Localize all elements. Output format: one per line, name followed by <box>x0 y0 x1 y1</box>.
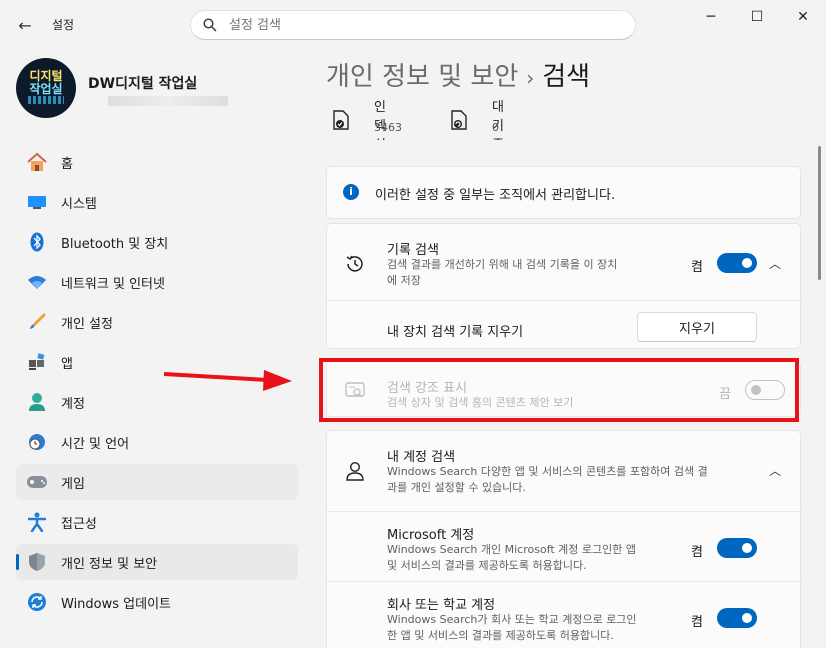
title-bar: ← 설정 ─ ☐ ✕ <box>0 0 826 48</box>
app-title: 설정 <box>52 18 75 32</box>
close-button[interactable]: ✕ <box>786 6 820 28</box>
maximize-button[interactable]: ☐ <box>740 6 774 28</box>
avatar-text-line2: 작업실 <box>29 82 63 96</box>
red-arrow-annotation <box>164 370 292 391</box>
sidebar-item-time-language[interactable]: 시간 및 언어 <box>16 424 298 460</box>
sidebar-item-label: 네트워크 및 인터넷 <box>61 276 165 292</box>
divider <box>327 581 802 582</box>
sidebar-item-label: 게임 <box>61 476 85 492</box>
managed-info-bar: i 이러한 설정 중 일부는 조직에서 관리합니다. <box>326 166 801 219</box>
history-toggle[interactable] <box>717 253 757 273</box>
work-account-desc: Windows Search가 회사 또는 학교 계정으로 로그인한 앱 및 서… <box>387 612 637 644</box>
user-profile: 디지털 작업실 DW디지털 작업실 <box>16 58 306 118</box>
time-language-icon <box>26 431 48 453</box>
shield-icon <box>26 551 48 573</box>
sidebar-item-privacy-security[interactable]: 개인 정보 및 보안 <box>16 544 298 580</box>
apps-icon <box>26 351 48 373</box>
sidebar-item-bluetooth[interactable]: Bluetooth 및 장치 <box>16 224 298 260</box>
chevron-up-icon[interactable]: ︿ <box>767 255 783 271</box>
bluetooth-icon <box>26 231 48 253</box>
search-box[interactable] <box>190 10 636 40</box>
history-desc-line2: 에 저장 <box>387 274 421 287</box>
highlight-box <box>319 358 799 422</box>
update-icon <box>26 591 48 613</box>
account-search-desc-line1: Windows Search 다양한 앱 및 서비스의 콘텐츠를 포함하여 검색… <box>387 465 708 478</box>
sidebar-item-label: Bluetooth 및 장치 <box>61 236 169 252</box>
sidebar-item-label: 개인 설정 <box>61 316 113 332</box>
history-desc-line1: 검색 결과를 개선하기 위해 내 검색 기록을 이 장치 <box>387 258 618 271</box>
indexing-stats: 인덱싱됨 3463 대기 중 0 <box>332 100 752 140</box>
account-search-title: 내 계정 검색 <box>387 450 456 465</box>
sidebar-item-network[interactable]: 네트워크 및 인터넷 <box>16 264 298 300</box>
work-account-state: 켬 <box>691 615 703 630</box>
sidebar-item-label: 계정 <box>61 396 85 412</box>
profile-name: DW디지털 작업실 <box>88 76 198 92</box>
wifi-icon <box>26 271 48 293</box>
breadcrumb-separator: › <box>526 66 535 90</box>
back-arrow-icon[interactable]: ← <box>12 12 38 38</box>
work-account-desc-line1: Windows Search가 회사 또는 학교 계정으로 로그인 <box>387 613 637 626</box>
account-search-desc-line2: 과를 개인 설정할 수 있습니다. <box>387 481 526 494</box>
home-icon <box>26 151 48 173</box>
managed-info-text: 이러한 설정 중 일부는 조직에서 관리합니다. <box>375 188 616 203</box>
pending-value: 0 <box>492 121 499 134</box>
sidebar-item-gaming[interactable]: 게임 <box>16 464 298 500</box>
clear-history-button[interactable]: 지우기 <box>637 312 757 342</box>
search-icon <box>203 18 217 32</box>
work-account-desc-line2: 한 앱 및 서비스의 결과를 제공하도록 허용합니다. <box>387 629 614 642</box>
breadcrumb-current: 검색 <box>542 62 591 92</box>
work-account-title: 회사 또는 학교 계정 <box>387 598 496 613</box>
history-desc: 검색 결과를 개선하기 위해 내 검색 기록을 이 장치에 저장 <box>387 257 617 289</box>
sidebar-item-system[interactable]: 시스템 <box>16 184 298 220</box>
microsoft-account-toggle[interactable] <box>717 538 757 558</box>
pending-document-icon <box>451 110 467 130</box>
sidebar-item-personalization[interactable]: 개인 설정 <box>16 304 298 340</box>
sidebar-item-label: 앱 <box>61 356 73 372</box>
microsoft-account-desc-line1: Windows Search 개인 Microsoft 계정 로그인한 앱 <box>387 543 637 556</box>
sidebar-item-label: 접근성 <box>61 516 97 532</box>
gamepad-icon <box>26 471 48 493</box>
system-icon <box>26 191 48 213</box>
minimize-button[interactable]: ─ <box>694 6 728 28</box>
work-account-toggle[interactable] <box>717 608 757 628</box>
profile-email-blurred <box>108 96 228 106</box>
sidebar-item-accessibility[interactable]: 접근성 <box>16 504 298 540</box>
search-history-card: 기록 검색 검색 결과를 개선하기 위해 내 검색 기록을 이 장치에 저장 켬… <box>326 223 802 349</box>
avatar-decoration <box>28 96 64 104</box>
search-input[interactable] <box>229 15 609 35</box>
sidebar-item-windows-update[interactable]: Windows 업데이트 <box>16 584 298 620</box>
microsoft-account-desc: Windows Search 개인 Microsoft 계정 로그인한 앱및 서… <box>387 542 636 574</box>
divider <box>327 511 802 512</box>
indexed-value: 3463 <box>374 121 402 134</box>
info-icon: i <box>343 184 359 200</box>
account-search-desc: Windows Search 다양한 앱 및 서비스의 콘텐츠를 포함하여 검색… <box>387 464 708 496</box>
indexed-document-icon <box>333 110 349 130</box>
avatar: 디지털 작업실 <box>16 58 76 118</box>
person-icon <box>346 461 364 481</box>
sidebar-item-label: 홈 <box>61 156 73 172</box>
chevron-up-icon[interactable]: ︿ <box>767 462 783 478</box>
breadcrumb-parent[interactable]: 개인 정보 및 보안 <box>326 62 518 92</box>
history-title: 기록 검색 <box>387 243 439 258</box>
sidebar-item-home[interactable]: 홈 <box>16 144 298 180</box>
clear-history-label: 내 장치 검색 기록 지우기 <box>387 325 524 340</box>
microsoft-account-state: 켬 <box>691 545 703 560</box>
brush-icon <box>26 311 48 333</box>
history-toggle-state: 켬 <box>691 260 703 275</box>
microsoft-account-desc-line2: 및 서비스의 결과를 제공하도록 허용합니다. <box>387 559 587 572</box>
history-icon <box>346 255 363 272</box>
sidebar-item-label: 시스템 <box>61 196 97 212</box>
indexed-label: 인덱싱됨 <box>374 100 386 140</box>
account-icon <box>26 391 48 413</box>
sidebar-item-label: 시간 및 언어 <box>61 436 130 452</box>
sidebar-item-label: Windows 업데이트 <box>61 596 172 612</box>
microsoft-account-title: Microsoft 계정 <box>387 528 475 543</box>
account-search-card: 내 계정 검색 Windows Search 다양한 앱 및 서비스의 콘텐츠를… <box>326 430 802 648</box>
sidebar-item-label: 개인 정보 및 보안 <box>61 556 158 572</box>
scrollbar-thumb[interactable] <box>818 146 821 280</box>
accessibility-icon <box>26 511 48 533</box>
divider <box>327 300 802 301</box>
pending-label: 대기 중 <box>492 100 504 140</box>
page-title: 개인 정보 및 보안 › 검색 <box>326 56 590 93</box>
